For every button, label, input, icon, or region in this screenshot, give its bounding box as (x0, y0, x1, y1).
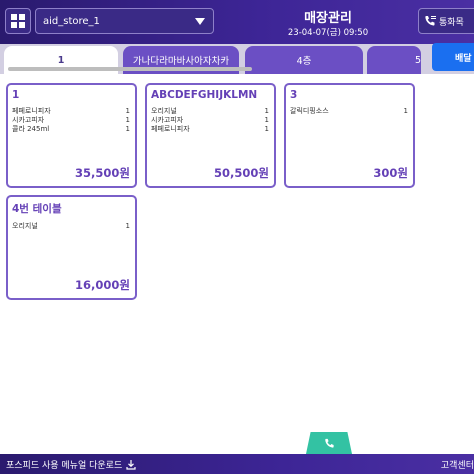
menu-qty: 1 (403, 107, 408, 115)
tab-scrollbar[interactable] (8, 67, 252, 71)
order-item: 시카고피자 1 (151, 116, 270, 125)
order-item: 시카고피자 1 (12, 116, 131, 125)
menu-name: 오리지널 (151, 107, 177, 115)
grid-icon (11, 14, 25, 28)
order-item: 갈릭디핑소스 1 (290, 107, 409, 116)
table-card[interactable]: 3 갈릭디핑소스 1 300원 (284, 83, 415, 188)
call-log-button[interactable]: 통화목 (418, 8, 474, 34)
top-bar: aid_store_1 매장관리 23-04-07(금) 09:50 통화목 (0, 0, 474, 44)
table-name: 4번 테이블 (12, 203, 62, 215)
table-card[interactable]: 4번 테이블 오리지널 1 16,000원 (6, 195, 137, 300)
order-item: 오리지널 1 (12, 222, 131, 231)
order-item: 페페로니피자 1 (151, 125, 270, 134)
menu-qty: 1 (125, 125, 130, 133)
call-log-label: 통화목 (439, 17, 464, 28)
menu-name: 페페로니피자 (151, 125, 190, 133)
order-item: 페페로니피자 1 (12, 107, 131, 116)
support-link[interactable]: 고객센터 (441, 458, 474, 471)
menu-qty: 1 (264, 107, 269, 115)
menu-qty: 1 (264, 116, 269, 124)
menu-name: 오리지널 (12, 222, 38, 230)
menu-name: 시카고피자 (12, 116, 45, 124)
menu-qty: 1 (125, 107, 130, 115)
menu-name: 페페로니피자 (12, 107, 51, 115)
manual-download-link[interactable]: 포스피드 사용 메뉴얼 다운로드 (6, 458, 136, 471)
tab-floor-4[interactable]: 5 (367, 46, 421, 74)
table-card[interactable]: 1 페페로니피자 1 시카고피자 1 콜라 245ml 1 35,500원 (6, 83, 137, 188)
phone-toggle-button[interactable] (306, 432, 352, 454)
table-name: ABCDEFGHIJKLMN (151, 89, 258, 101)
chevron-down-icon (195, 18, 205, 25)
table-total: 35,500원 (75, 166, 130, 180)
store-name: aid_store_1 (43, 15, 100, 27)
datetime: 23-04-07(금) 09:50 (287, 28, 369, 38)
table-total: 300원 (373, 166, 408, 180)
menu-grid-button[interactable] (5, 8, 31, 34)
download-icon (126, 459, 136, 470)
tab-floor-3[interactable]: 4층 (245, 46, 363, 74)
manual-download-label: 포스피드 사용 메뉴얼 다운로드 (6, 461, 123, 471)
order-item: 콜라 245ml 1 (12, 125, 131, 134)
page-title: 매장관리 (304, 11, 352, 26)
store-select[interactable]: aid_store_1 (35, 8, 214, 34)
table-name: 3 (290, 89, 298, 101)
order-item: 오리지널 1 (151, 107, 270, 116)
phone-list-icon (425, 16, 436, 26)
bottom-bar: 포스피드 사용 메뉴얼 다운로드 고객센터 (0, 454, 474, 474)
table-grid: 1 페페로니피자 1 시카고피자 1 콜라 245ml 1 35,500원 ABCDE… (0, 74, 474, 454)
menu-name: 갈릭디핑소스 (290, 107, 329, 115)
menu-name: 콜라 245ml (12, 125, 50, 133)
menu-qty: 1 (264, 125, 269, 133)
delivery-button[interactable]: 배달 (432, 43, 474, 71)
phone-icon (324, 438, 334, 448)
menu-qty: 1 (125, 116, 130, 124)
menu-qty: 1 (125, 222, 130, 230)
table-name: 1 (12, 89, 20, 101)
table-total: 50,500원 (214, 166, 269, 180)
table-card[interactable]: ABCDEFGHIJKLMN 오리지널 1 시카고피자 1 페페로니피자 1 50,5… (145, 83, 276, 188)
menu-name: 시카고피자 (151, 116, 184, 124)
table-total: 16,000원 (75, 278, 130, 292)
